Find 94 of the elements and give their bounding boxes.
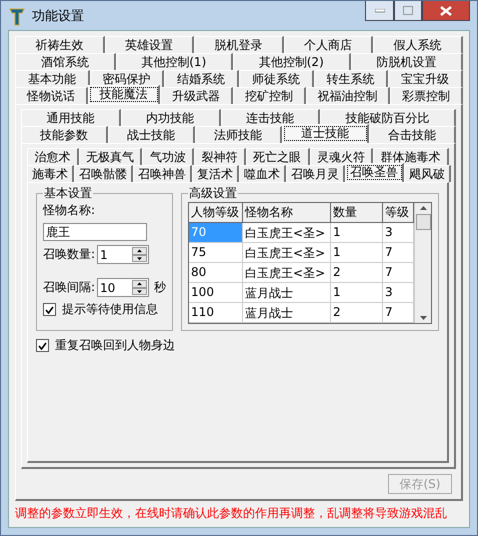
group-title: 高级设置 xyxy=(188,185,238,202)
table-cell: 3 xyxy=(383,223,414,243)
table-cell: 2 xyxy=(331,263,384,283)
checkbox-label: 提示等待使用信息 xyxy=(62,301,158,318)
tab[interactable]: 个人商店 xyxy=(284,36,374,53)
tab[interactable]: 战士技能 xyxy=(108,126,195,143)
table-cell: 1 xyxy=(331,283,384,303)
tab[interactable]: 气功波 xyxy=(142,148,194,165)
minimize-icon xyxy=(374,8,384,12)
checkbox[interactable] xyxy=(36,339,49,352)
tab[interactable]: 技能魔法 xyxy=(88,85,160,104)
check-icon xyxy=(38,342,47,350)
tab[interactable]: 灵魂火符 xyxy=(310,148,374,165)
tab[interactable]: 通用技能 xyxy=(21,109,121,126)
tab[interactable]: 无极真气 xyxy=(78,148,142,165)
field-label: 怪物名称: xyxy=(43,202,96,219)
tab[interactable]: 施毒术 xyxy=(27,165,74,182)
tab[interactable]: 挖矿控制 xyxy=(233,87,306,104)
field-label: 召唤数量: xyxy=(43,246,96,263)
tab[interactable]: 基本功能 xyxy=(15,70,90,87)
tab[interactable]: 转生系统 xyxy=(314,70,388,87)
scroll-up-icon[interactable] xyxy=(420,206,426,210)
table-cell: 70 xyxy=(189,223,244,243)
table-cell: 白玉虎王<圣> xyxy=(243,263,332,283)
table-cell: 1 xyxy=(331,223,384,243)
field-label: 召唤间隔: xyxy=(43,279,96,296)
checkbox-label: 重复召唤回到人物身边 xyxy=(55,337,175,354)
tab[interactable]: 技能破防百分比 xyxy=(320,109,456,126)
table-cell: 2 xyxy=(331,303,384,323)
tab[interactable]: 法师技能 xyxy=(195,126,282,143)
tab[interactable]: 假人系统 xyxy=(373,36,463,53)
unit-label: 秒 xyxy=(154,279,166,296)
table-cell: 100 xyxy=(189,283,244,303)
tab[interactable]: 召唤圣兽 xyxy=(345,163,404,182)
tab[interactable]: 其他控制(1) xyxy=(116,53,233,70)
table-cell: 7 xyxy=(383,243,414,263)
maximize-button[interactable] xyxy=(394,1,422,21)
tab[interactable]: 彩票控制 xyxy=(390,87,464,104)
table-cell: 白玉虎王<圣> xyxy=(243,223,332,243)
table-cell: 蓝月战士 xyxy=(243,303,332,323)
tab[interactable]: 死亡之眼 xyxy=(246,148,310,165)
window-title: 功能设置 xyxy=(32,8,84,24)
checkbox[interactable] xyxy=(43,303,56,316)
tab[interactable]: 其他控制(2) xyxy=(233,53,350,70)
tab[interactable]: 师徒系统 xyxy=(239,70,314,87)
column-header[interactable]: 人物等级 xyxy=(189,203,244,223)
table-cell: 1 xyxy=(331,243,384,263)
tab[interactable]: 怪物说话 xyxy=(15,87,88,104)
tab[interactable]: 脱机登录 xyxy=(194,36,284,53)
tab[interactable]: 治愈术 xyxy=(27,148,79,165)
tab[interactable]: 宝宝升级 xyxy=(388,70,464,87)
tab[interactable]: 道士技能 xyxy=(282,124,369,143)
tab[interactable]: 内功技能 xyxy=(120,109,220,126)
close-icon xyxy=(440,6,452,16)
tab[interactable]: 飓风破 xyxy=(404,165,451,182)
tab[interactable]: 群体施毒术 xyxy=(373,148,450,165)
tab[interactable]: 英雄设置 xyxy=(104,36,194,53)
app-logo-icon xyxy=(8,6,26,26)
table-cell: 蓝月战士 xyxy=(243,283,332,303)
tab[interactable]: 升级武器 xyxy=(160,87,234,104)
table-cell: 7 xyxy=(383,263,414,283)
close-button[interactable] xyxy=(422,1,470,21)
column-header[interactable]: 怪物名称 xyxy=(243,203,332,223)
table-cell: 80 xyxy=(189,263,244,283)
tab[interactable]: 祝福油控制 xyxy=(306,87,390,104)
group-title: 基本设置 xyxy=(43,185,93,202)
tab[interactable]: 酒馆系统 xyxy=(15,53,116,70)
tab[interactable]: 合击技能 xyxy=(369,126,456,143)
table-cell: 7 xyxy=(383,303,414,323)
tab[interactable]: 技能参数 xyxy=(21,126,108,143)
table-cell: 110 xyxy=(189,303,244,323)
table-cell: 75 xyxy=(189,243,244,263)
scrollbar[interactable] xyxy=(414,203,431,323)
scroll-down-icon[interactable] xyxy=(420,316,426,320)
tab[interactable]: 祈祷生效 xyxy=(15,36,105,53)
column-header[interactable]: 数量 xyxy=(331,203,384,223)
table-cell: 3 xyxy=(383,283,414,303)
maximize-icon xyxy=(403,6,413,15)
column-header[interactable]: 等级 xyxy=(383,203,414,223)
tab[interactable]: 噬血术 xyxy=(239,165,286,182)
tab[interactable]: 召唤神兽 xyxy=(133,165,192,182)
monster-name-field[interactable]: 鹿王 xyxy=(43,223,147,241)
minimize-button[interactable] xyxy=(365,1,394,21)
tab[interactable]: 防脱机设置 xyxy=(350,53,463,70)
tab[interactable]: 召唤月灵 xyxy=(286,165,345,182)
tab[interactable]: 召唤骷髅 xyxy=(74,165,133,182)
scroll-thumb[interactable] xyxy=(416,214,430,230)
tab[interactable]: 结婚系统 xyxy=(164,70,240,87)
table-cell: 白玉虎王<圣> xyxy=(243,243,332,263)
tab[interactable]: 连击技能 xyxy=(220,109,320,126)
tab[interactable]: 复活术 xyxy=(192,165,239,182)
check-icon xyxy=(45,306,54,314)
warning-text: 调整的参数立即生效，在线时请确认此参数的作用再调整，乱调整将导致游戏混乱 xyxy=(15,505,448,522)
tab[interactable]: 裂神符 xyxy=(194,148,246,165)
